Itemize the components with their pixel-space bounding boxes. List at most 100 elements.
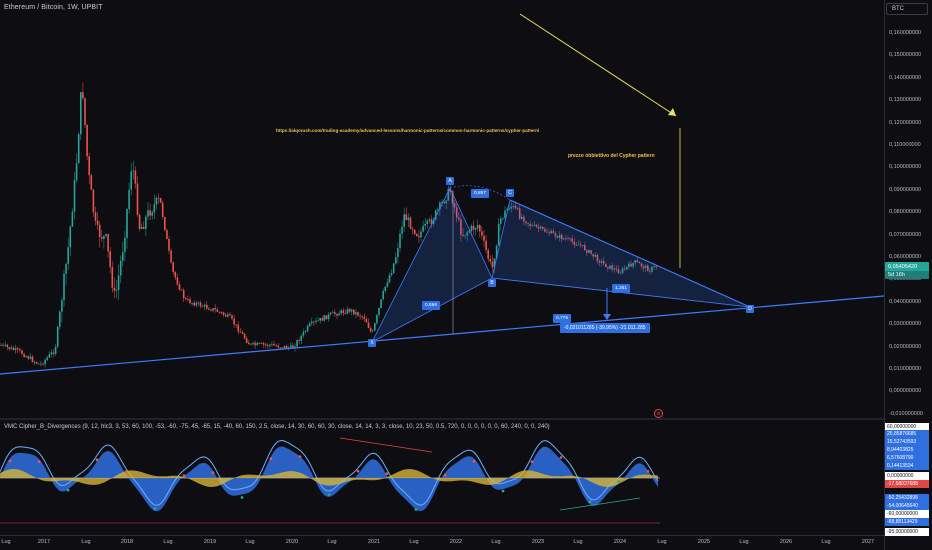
candle-body: [151, 212, 153, 216]
candle-body: [262, 343, 265, 345]
candle-body: [474, 228, 477, 230]
candle-body: [397, 248, 399, 258]
oscillator-tag: 6,57608790: [885, 454, 929, 462]
oscillator-tag: -95,00000000: [885, 528, 929, 536]
time-axis-line: [0, 535, 884, 536]
candle-body: [27, 356, 30, 359]
candle-body: [403, 214, 405, 227]
candle-body: [105, 234, 107, 236]
candle-body: [321, 318, 324, 321]
candle-body: [38, 363, 40, 365]
candle-body: [424, 223, 426, 226]
candle-body: [306, 326, 309, 332]
candle-body: [23, 354, 25, 358]
candle-body: [399, 233, 401, 249]
candle-body: [329, 312, 332, 315]
cross-dot: [8, 459, 12, 463]
oscillator-tag: -88,88113429: [885, 518, 929, 526]
pattern-reference-link[interactable]: https://alqorush.com/trading-academy/adv…: [276, 128, 539, 133]
time-tick: 2027: [861, 539, 875, 545]
candle-body: [346, 309, 349, 314]
candle-body: [361, 316, 363, 318]
candle-body: [266, 344, 269, 346]
oscillator-tag: 0,14413534: [885, 462, 929, 470]
candle-body: [302, 331, 305, 336]
candle-body: [340, 310, 342, 314]
candle-body: [277, 345, 279, 348]
price-tick: 0,040000000: [889, 298, 922, 305]
candle-body: [392, 263, 395, 273]
time-tick: 2019: [203, 539, 217, 545]
price-chart[interactable]: [0, 0, 884, 418]
target-arrow[interactable]: [519, 13, 677, 117]
candle-body: [401, 226, 403, 234]
candle-body: [136, 183, 139, 215]
cross-dot: [646, 470, 650, 473]
candle-body: [292, 345, 294, 348]
candle-body: [489, 258, 492, 262]
candle-body: [483, 235, 485, 241]
ratio-xd: 0,775: [553, 314, 572, 323]
candle-body: [50, 352, 53, 355]
candle-body: [281, 347, 284, 349]
cross-dot: [211, 471, 215, 474]
candle-body: [308, 323, 311, 327]
point-d-label: D: [746, 305, 754, 313]
price-tick: 0,070000000: [889, 231, 922, 238]
candle-body: [271, 344, 273, 345]
cross-dot: [37, 460, 41, 463]
candle-body: [376, 314, 378, 324]
cross-dot: [153, 507, 157, 510]
measurement-label: -0,021011285 (-39,95%) -21.011.285: [560, 323, 650, 333]
candle-body: [157, 197, 160, 199]
candle-body: [479, 225, 481, 232]
candle-body: [197, 302, 200, 304]
candle-body: [195, 302, 198, 306]
candle-body: [180, 289, 183, 291]
candle-body: [298, 340, 300, 341]
candle-body: [420, 231, 422, 238]
candle-body: [395, 257, 397, 264]
candle-body: [21, 350, 23, 355]
candle-body: [359, 315, 361, 317]
candle-body: [325, 315, 328, 320]
candle-body: [371, 330, 374, 332]
price-tick: 0,160000000: [889, 30, 922, 36]
candle-body: [187, 299, 189, 300]
candle-body: [193, 302, 195, 306]
price-tick: 0,010000000: [889, 366, 922, 372]
cypher-pattern-xab[interactable]: [371, 187, 493, 343]
price-tick: 0,140000000: [889, 74, 922, 81]
candle-body: [357, 312, 359, 316]
candle-body: [132, 170, 135, 172]
candle-body: [35, 362, 38, 364]
alert-icon[interactable]: ⊘: [654, 409, 663, 418]
price-tick: 0,100000000: [889, 164, 922, 171]
price-tick: 0,020000000: [889, 343, 922, 350]
candle-body: [470, 225, 473, 232]
cross-dot: [443, 473, 447, 477]
candle-body: [185, 298, 187, 300]
candle-body: [311, 321, 313, 324]
candle-body: [283, 345, 286, 348]
candle-body: [128, 189, 130, 210]
candle-body: [409, 217, 412, 229]
candle-body: [369, 327, 372, 332]
oscillator-pane[interactable]: [0, 420, 884, 535]
time-tick: 2022: [449, 539, 463, 545]
candle-body: [216, 309, 219, 312]
candle-body: [413, 229, 416, 235]
time-tick: 2020: [285, 539, 299, 545]
candle-body: [140, 226, 143, 229]
price-tick: 0,130000000: [889, 97, 922, 104]
candle-body: [109, 251, 111, 268]
candle-body: [224, 314, 227, 317]
candle-body: [73, 180, 76, 212]
candle-body: [500, 218, 502, 224]
candle-body: [134, 170, 137, 184]
candle-body: [252, 342, 254, 344]
candle-body: [428, 219, 431, 221]
candle-body: [313, 321, 315, 323]
candle-body: [336, 314, 338, 316]
candle-body: [44, 359, 46, 365]
